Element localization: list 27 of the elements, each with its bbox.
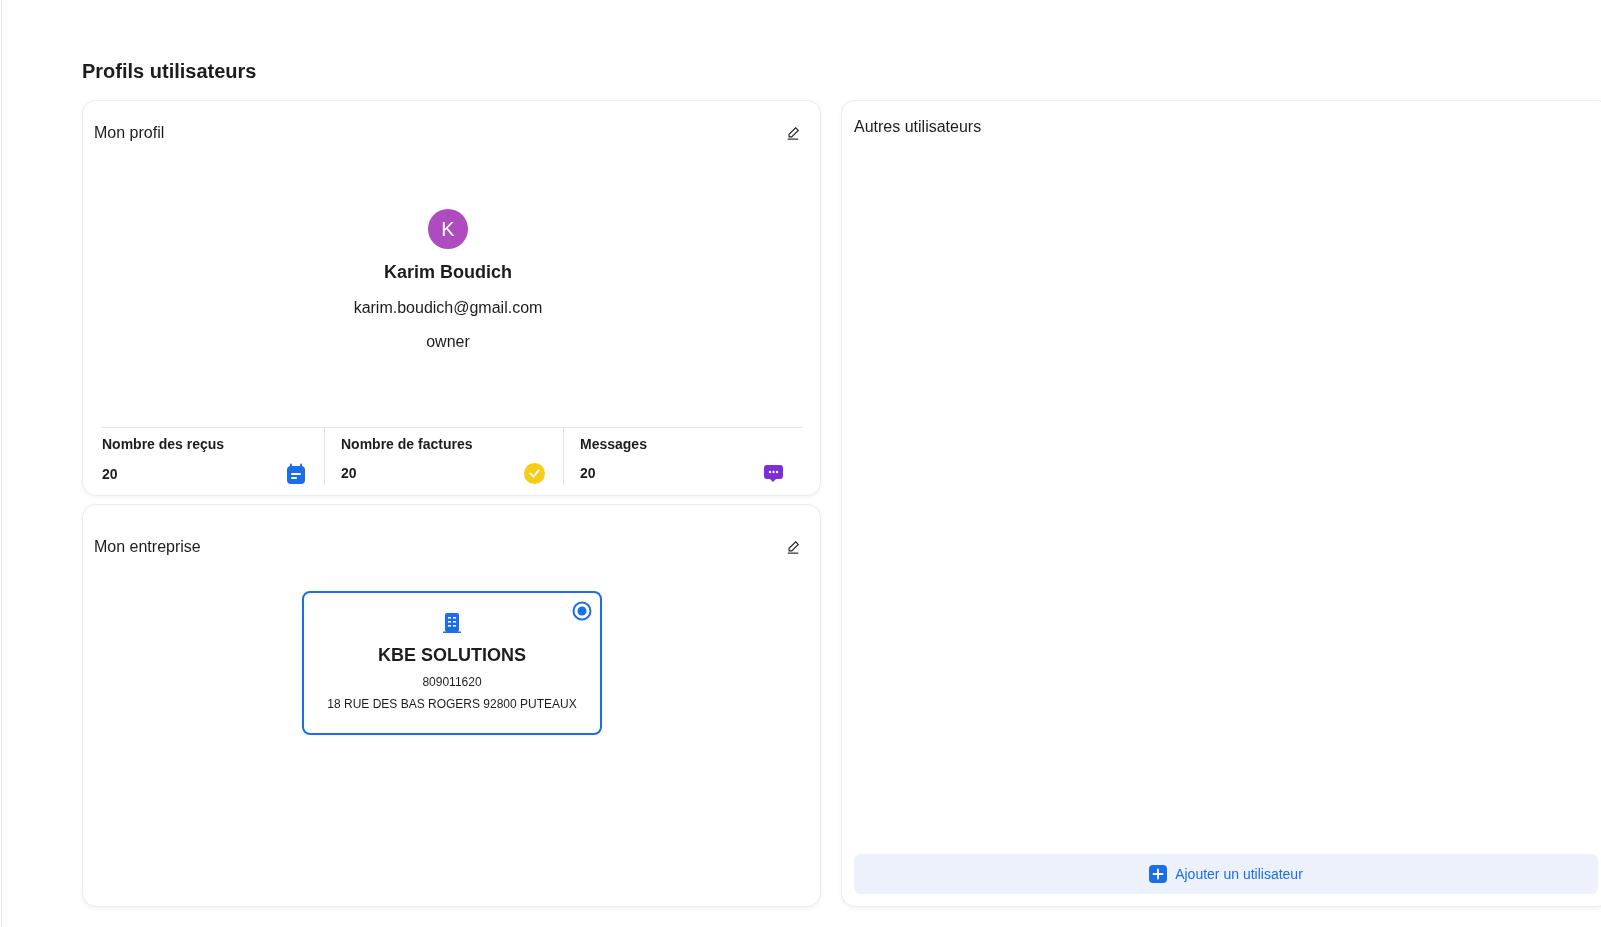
pencil-svg (786, 126, 800, 140)
avatar: K (428, 208, 468, 249)
add-user-button[interactable]: Ajouter un utilisateur (854, 854, 1598, 894)
company-number: 809011620 (421, 674, 483, 691)
plus-svg (1149, 865, 1168, 883)
checkmark-icon (524, 463, 545, 484)
company-address: 18 RUE DES BAS ROGERS 92800 PUTEAUX (326, 696, 578, 713)
stat-label: Nombre de factures (341, 435, 474, 454)
stat-value: 20 (102, 464, 118, 484)
company-name: KBE SOLUTIONS (377, 644, 527, 667)
card-title: Mon entreprise (94, 537, 201, 557)
page-title: Profils utilisateurs (82, 59, 258, 84)
building-icon (443, 613, 461, 633)
stat-label: Messages (580, 435, 648, 454)
user-email: karim.boudich@gmail.com (353, 297, 543, 318)
card-title: Mon profil (94, 123, 165, 143)
stat-value: 20 (580, 464, 596, 483)
card-title: Autres utilisateurs (854, 117, 983, 137)
calendar-icon (286, 463, 306, 485)
chat-icon (763, 463, 784, 484)
user-role: owner (426, 331, 470, 352)
pencil-svg (786, 540, 800, 554)
stat-label: Nombre des reçus (102, 435, 226, 454)
stat-value: 20 (341, 464, 357, 483)
radio-button[interactable] (572, 601, 592, 621)
user-name: Karim Boudich (384, 260, 512, 284)
company-option[interactable]: KBE SOLUTIONS 809011620 18 RUE DES BAS ROGERS 92800 PUTEAUX (302, 591, 602, 735)
